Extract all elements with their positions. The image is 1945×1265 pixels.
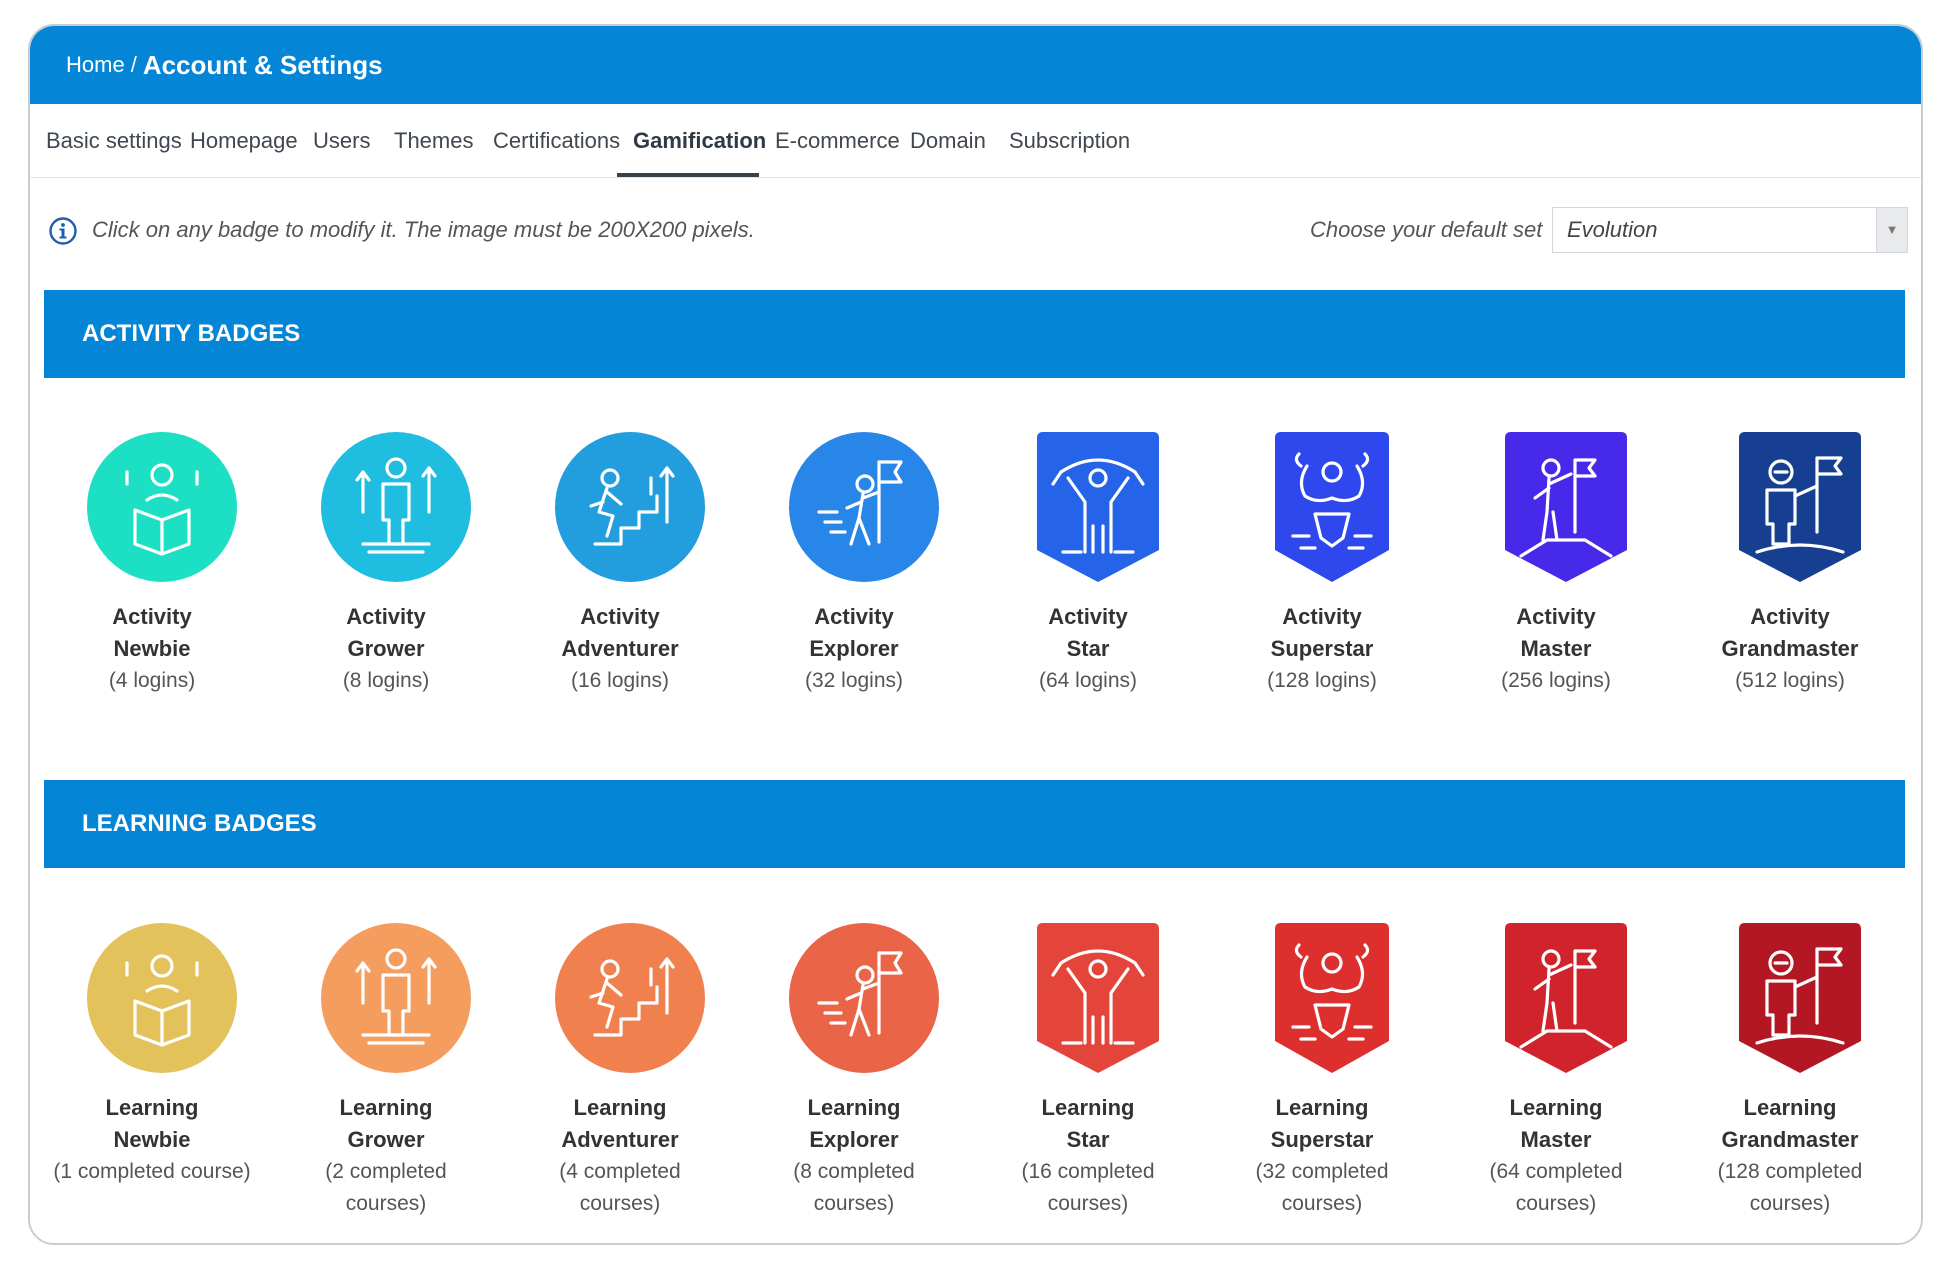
badge-name: Learning Newbie bbox=[105, 1095, 199, 1152]
section-title: LEARNING BADGES bbox=[82, 810, 317, 837]
chevron-down-icon[interactable]: ▼ bbox=[1876, 208, 1907, 252]
info-circle-icon bbox=[49, 217, 77, 245]
info-row: Click on any badge to modify it. The ima… bbox=[30, 207, 1921, 253]
reading-person-icon bbox=[87, 923, 237, 1073]
badge-requirement: (16 logins) bbox=[570, 669, 670, 692]
badge-name: Learning Star bbox=[1041, 1095, 1135, 1152]
badge-name: Activity Star bbox=[1048, 604, 1128, 661]
tab-themes[interactable]: Themes bbox=[394, 104, 473, 177]
tab-homepage[interactable]: Homepage bbox=[190, 104, 298, 177]
breadcrumb-separator: / bbox=[130, 52, 137, 77]
settings-panel: Home / Account & Settings Basic settings… bbox=[28, 24, 1923, 1245]
tab-subscription[interactable]: Subscription bbox=[1009, 104, 1130, 177]
badge-requirement: (128 logins) bbox=[1267, 669, 1377, 692]
badge-name: Learning Adventurer bbox=[561, 1095, 679, 1152]
badge-name: Learning Grower bbox=[339, 1095, 433, 1152]
badge-requirement: (32 logins) bbox=[804, 669, 904, 692]
summit-flag-icon bbox=[1505, 432, 1627, 582]
astronaut-flag-icon bbox=[1739, 923, 1861, 1073]
explorer-flag-icon bbox=[789, 432, 939, 582]
superhero-icon bbox=[1275, 432, 1389, 582]
tab-certifications[interactable]: Certifications bbox=[493, 104, 620, 177]
astronaut-flag-icon bbox=[1739, 432, 1861, 582]
page-header: Home / Account & Settings bbox=[30, 26, 1921, 104]
activity-badges-header: ACTIVITY BADGES bbox=[44, 290, 1905, 378]
section-title: ACTIVITY BADGES bbox=[82, 320, 301, 347]
badge-name: Activity Newbie bbox=[112, 604, 192, 661]
reading-person-icon bbox=[87, 432, 237, 582]
badge-requirement: (8 completed courses) bbox=[793, 1160, 915, 1215]
default-set-select[interactable]: Evolution ▼ bbox=[1552, 207, 1908, 253]
badge-requirement: (4 completed courses) bbox=[559, 1160, 681, 1215]
star-banner-icon bbox=[1037, 923, 1159, 1073]
badge-name: Activity Adventurer bbox=[561, 604, 679, 661]
explorer-flag-icon bbox=[789, 923, 939, 1073]
tab-gamification[interactable]: Gamification bbox=[633, 104, 766, 177]
page-title: Account & Settings bbox=[142, 49, 383, 80]
badge-requirement: (128 completed courses) bbox=[1717, 1160, 1863, 1215]
learning-badges-grid: Learning Newbie (1 completed course) Lear… bbox=[30, 923, 1921, 1243]
badge-name: Learning Master bbox=[1509, 1095, 1603, 1152]
badge-name: Activity Master bbox=[1516, 604, 1596, 661]
active-tab-indicator bbox=[617, 173, 759, 177]
badge-requirement: (32 completed courses) bbox=[1255, 1160, 1389, 1215]
badge-name: Learning Grandmaster bbox=[1721, 1095, 1859, 1152]
tab-domain[interactable]: Domain bbox=[910, 104, 986, 177]
breadcrumb-home-link[interactable]: Home bbox=[66, 52, 125, 78]
badge-requirement: (256 logins) bbox=[1501, 669, 1611, 692]
star-banner-icon bbox=[1037, 432, 1159, 582]
tab-users[interactable]: Users bbox=[313, 104, 370, 177]
badge-requirement: (4 logins) bbox=[108, 669, 196, 692]
default-set-value: Evolution bbox=[1567, 217, 1658, 242]
badge-requirement: (64 logins) bbox=[1038, 669, 1138, 692]
badge-name: Activity Grandmaster bbox=[1721, 604, 1859, 661]
badge-name: Activity Explorer bbox=[809, 604, 899, 661]
default-set-label: Choose your default set bbox=[1310, 217, 1543, 242]
badge-name: Activity Grower bbox=[346, 604, 426, 661]
climbing-stairs-icon bbox=[555, 923, 705, 1073]
badge-requirement: (512 logins) bbox=[1735, 669, 1845, 692]
badge-requirement: (16 completed courses) bbox=[1021, 1160, 1155, 1215]
breadcrumb: Home / Account & Settings bbox=[66, 26, 383, 104]
climbing-stairs-icon bbox=[555, 432, 705, 582]
superhero-icon bbox=[1275, 923, 1389, 1073]
badge-requirement: (2 completed courses) bbox=[325, 1160, 447, 1215]
badge-name: Learning Superstar bbox=[1270, 1095, 1374, 1152]
info-text: Click on any badge to modify it. The ima… bbox=[92, 217, 755, 242]
growing-person-icon bbox=[321, 923, 471, 1073]
badge-requirement: (1 completed course) bbox=[53, 1160, 251, 1183]
learning-badges-header: LEARNING BADGES bbox=[44, 780, 1905, 868]
badge-requirement: (8 logins) bbox=[342, 669, 430, 692]
summit-flag-icon bbox=[1505, 923, 1627, 1073]
tab-basic-settings[interactable]: Basic settings bbox=[46, 104, 182, 177]
badge-requirement: (64 completed courses) bbox=[1489, 1160, 1623, 1215]
badge-name: Activity Superstar bbox=[1270, 604, 1374, 661]
tab-e-commerce[interactable]: E-commerce bbox=[775, 104, 900, 177]
settings-tabs: Basic settings Homepage Users Themes Cer… bbox=[30, 104, 1921, 178]
activity-badges-grid: Activity Newbie (4 logins) Activity Grower… bbox=[30, 432, 1921, 762]
badge-name: Learning Explorer bbox=[807, 1095, 901, 1152]
growing-person-icon bbox=[321, 432, 471, 582]
